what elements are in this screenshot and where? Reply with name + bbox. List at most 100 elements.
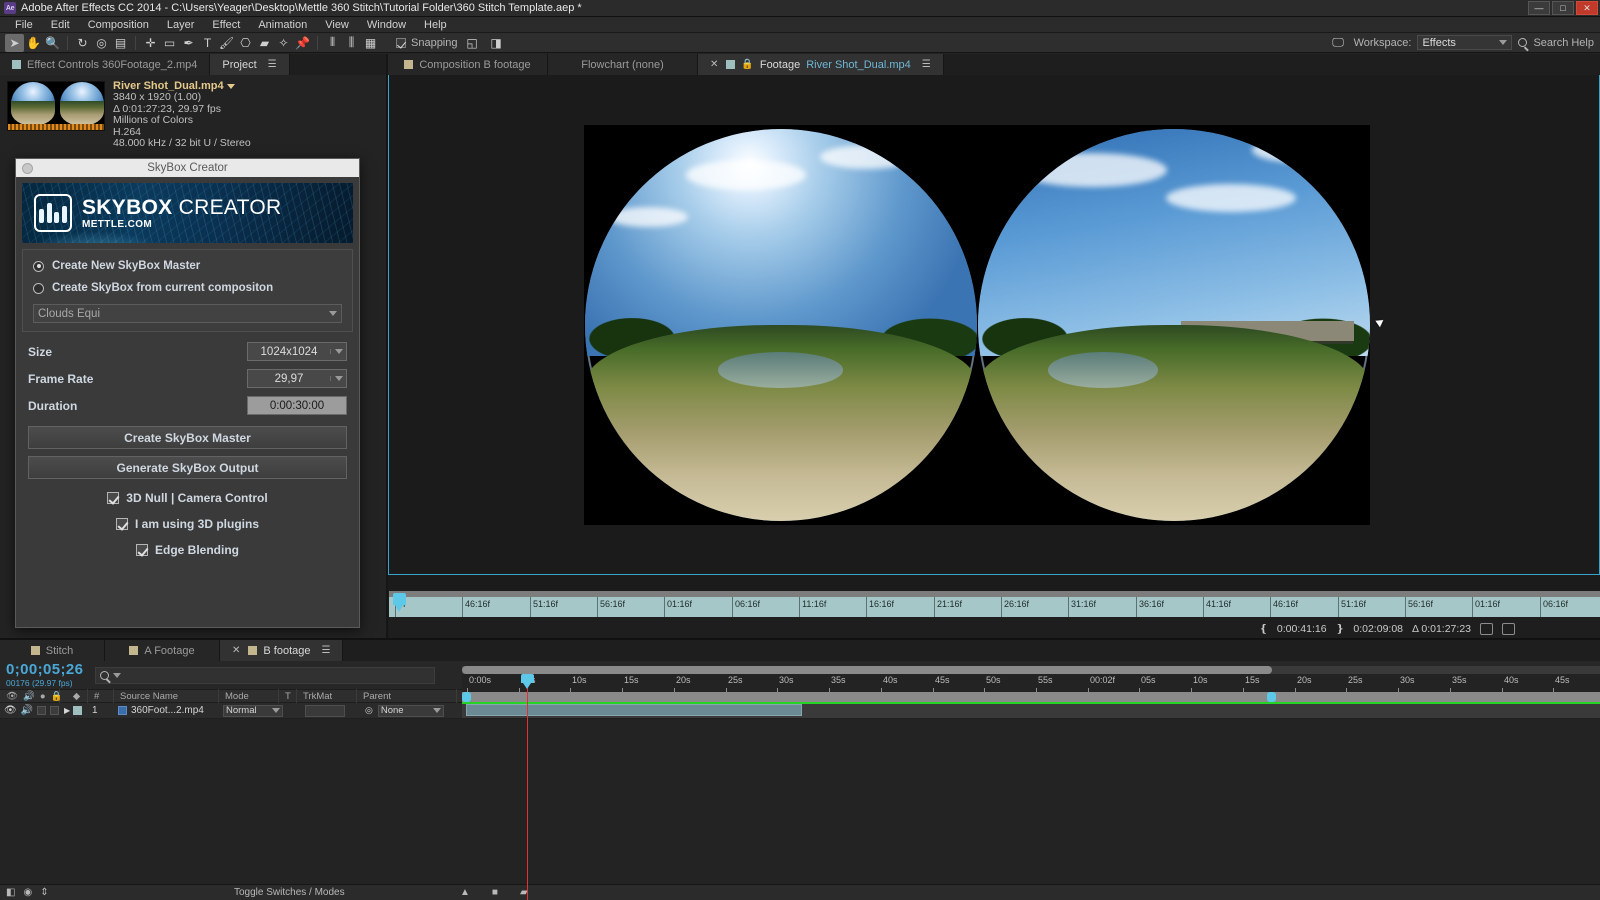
panel-menu-icon[interactable]: ☰ bbox=[321, 645, 330, 656]
frame-rate-dropdown[interactable]: 29,97 bbox=[247, 369, 347, 388]
search-help-label[interactable]: Search Help bbox=[1533, 37, 1594, 49]
tab-b-footage[interactable]: ✕ B footage ☰ bbox=[220, 640, 344, 661]
ripple-insert-edit-icon[interactable] bbox=[1480, 622, 1493, 635]
zoom-tool-icon[interactable]: 🔍 bbox=[43, 34, 62, 52]
eraser-tool-icon[interactable]: ▰ bbox=[255, 34, 274, 52]
search-help-icon[interactable] bbox=[1518, 38, 1528, 47]
chevron-down-icon[interactable] bbox=[226, 83, 235, 89]
mode-select[interactable]: Normal bbox=[223, 704, 283, 717]
checkbox-icon[interactable] bbox=[107, 492, 120, 504]
tab-stitch[interactable]: Stitch bbox=[0, 640, 105, 661]
selection-tool-icon[interactable]: ➤ bbox=[5, 33, 24, 52]
maximize-button[interactable]: □ bbox=[1552, 1, 1574, 15]
menu-animation[interactable]: Animation bbox=[249, 18, 316, 32]
close-icon[interactable]: ✕ bbox=[232, 645, 240, 656]
timeline-graph-area[interactable]: 0:00s 05s 10s 15s 20s 25s 30s 35s 40s 45s 50s 55s 00… bbox=[462, 640, 1600, 900]
footage-viewer[interactable]: 3f46:16f51:16f56:16f01:16f06:16f11:16f16… bbox=[388, 75, 1600, 659]
checkbox-3d-plugins[interactable]: I am using 3D plugins bbox=[16, 517, 359, 531]
footage-thumbnail[interactable] bbox=[7, 81, 105, 131]
menu-composition[interactable]: Composition bbox=[79, 18, 158, 32]
duration-input[interactable]: 0:00:30:00 bbox=[247, 396, 347, 415]
eye-icon[interactable]: 👁 bbox=[4, 705, 17, 716]
viewer-current-time-indicator[interactable] bbox=[393, 593, 406, 617]
minimize-button[interactable]: — bbox=[1528, 1, 1550, 15]
brush-tool-icon[interactable]: 🖌 bbox=[217, 34, 236, 52]
checkbox-icon[interactable] bbox=[115, 518, 128, 530]
menu-file[interactable]: File bbox=[6, 18, 42, 32]
shape-tool-icon[interactable]: ▭ bbox=[160, 34, 179, 52]
render-queue-icon[interactable]: ◧ bbox=[6, 887, 15, 898]
timeline-current-time[interactable]: 0;00;05;26 00176 (29.97 fps) bbox=[6, 662, 83, 688]
lock-toggle[interactable] bbox=[50, 706, 60, 715]
panel-menu-icon[interactable]: ☰ bbox=[268, 59, 277, 70]
menu-help[interactable]: Help bbox=[415, 18, 456, 32]
pen-tool-icon[interactable]: ✒ bbox=[179, 34, 198, 52]
grid-icon[interactable]: ▦ bbox=[361, 34, 380, 52]
work-area-start-handle[interactable] bbox=[462, 692, 471, 702]
solo-toggle[interactable] bbox=[37, 706, 47, 715]
label-color-swatch[interactable] bbox=[73, 706, 83, 715]
timeline-current-time-indicator[interactable] bbox=[521, 674, 534, 690]
align-left-icon[interactable]: ⫴ bbox=[323, 34, 342, 52]
audio-icon[interactable]: 🔊 bbox=[23, 691, 35, 702]
type-tool-icon[interactable]: T bbox=[198, 34, 217, 52]
eye-icon[interactable]: 👁 bbox=[6, 691, 18, 702]
audio-icon[interactable]: 🔊 bbox=[21, 705, 33, 716]
layer-mode-cell[interactable]: Normal bbox=[219, 703, 283, 719]
tab-composition-b-footage[interactable]: Composition B footage bbox=[388, 54, 548, 75]
radio-button-icon[interactable] bbox=[33, 282, 44, 294]
tab-a-footage[interactable]: A Footage bbox=[105, 640, 220, 661]
checkbox-icon[interactable] bbox=[136, 544, 148, 556]
work-area-end-handle[interactable] bbox=[1267, 692, 1276, 702]
pickwhip-icon[interactable]: ◎ bbox=[365, 705, 373, 716]
layer-trkmat-cell[interactable] bbox=[301, 703, 361, 719]
snapping-group[interactable]: Snapping ◱ ◨ bbox=[396, 34, 506, 52]
menu-layer[interactable]: Layer bbox=[158, 18, 204, 32]
resize-icon[interactable]: ⇕ bbox=[40, 887, 48, 898]
layer-expand-and-label[interactable]: ▶ bbox=[60, 703, 88, 719]
checkbox-3d-null[interactable]: 3D Null | Camera Control bbox=[16, 491, 359, 505]
menu-edit[interactable]: Edit bbox=[42, 18, 79, 32]
chevron-right-icon[interactable]: ▶ bbox=[64, 706, 70, 715]
close-button[interactable]: ✕ bbox=[1576, 1, 1598, 15]
out-point-icon[interactable]: ❵ bbox=[1336, 623, 1345, 635]
timeline-search-input[interactable] bbox=[95, 666, 436, 684]
create-skybox-master-button[interactable]: Create SkyBox Master bbox=[28, 426, 347, 449]
clone-stamp-tool-icon[interactable]: ⎔ bbox=[236, 34, 255, 52]
generate-skybox-output-button[interactable]: Generate SkyBox Output bbox=[28, 456, 347, 479]
tab-project[interactable]: Project ☰ bbox=[210, 54, 290, 75]
puppet-pin-tool-icon[interactable]: 📌 bbox=[293, 34, 312, 52]
viewer-time-ruler[interactable]: 3f46:16f51:16f56:16f01:16f06:16f11:16f16… bbox=[389, 597, 1600, 617]
toggle-switches-modes-button[interactable]: Toggle Switches / Modes bbox=[234, 887, 345, 898]
trkmat-select[interactable] bbox=[305, 704, 345, 717]
distribute-icon[interactable]: ⫼ bbox=[342, 34, 361, 52]
workspace-screens-icon[interactable]: 🖵 bbox=[1329, 34, 1348, 52]
orbit-camera-tool-icon[interactable]: ◎ bbox=[92, 34, 111, 52]
solo-icon[interactable]: ● bbox=[40, 691, 46, 702]
snapping-checkbox[interactable] bbox=[396, 37, 406, 48]
tab-footage-river-shot[interactable]: ✕ 🔒 Footage River Shot_Dual.mp4 ☰ bbox=[698, 54, 944, 75]
tab-flowchart[interactable]: Flowchart (none) bbox=[548, 54, 698, 75]
overlay-edit-icon[interactable] bbox=[1502, 622, 1515, 635]
tab-effect-controls[interactable]: Effect Controls 360Footage_2.mp4 bbox=[0, 54, 211, 75]
timeline-work-area[interactable] bbox=[462, 692, 1600, 702]
menu-window[interactable]: Window bbox=[358, 18, 415, 32]
snap-icon[interactable]: ◱ bbox=[463, 34, 482, 52]
lock-icon[interactable]: 🔒 bbox=[741, 59, 753, 70]
menu-effect[interactable]: Effect bbox=[203, 18, 249, 32]
radio-create-new-master[interactable]: Create New SkyBox Master bbox=[33, 260, 342, 272]
layer-toggles[interactable]: 👁 🔊 bbox=[0, 703, 60, 719]
timeline-horizontal-scrollbar[interactable] bbox=[462, 666, 1600, 674]
in-point-icon[interactable]: ❴ bbox=[1259, 623, 1268, 635]
snap-target-icon[interactable]: ◨ bbox=[487, 34, 506, 52]
skybox-close-dot-icon[interactable] bbox=[22, 162, 33, 174]
rotation-tool-icon[interactable]: ↻ bbox=[73, 34, 92, 52]
layer-parent-cell[interactable]: ◎ None bbox=[361, 703, 471, 719]
close-icon[interactable]: ✕ bbox=[710, 59, 718, 70]
size-dropdown[interactable]: 1024x1024 bbox=[247, 342, 347, 361]
checkbox-edge-blending[interactable]: Edge Blending bbox=[16, 543, 359, 557]
scrollbar-thumb[interactable] bbox=[462, 666, 1272, 674]
stopwatch-icon[interactable]: ■ bbox=[492, 887, 498, 898]
workspace-select[interactable]: Effects bbox=[1417, 35, 1513, 50]
up-arrow-icon[interactable]: ▲ bbox=[460, 887, 470, 898]
